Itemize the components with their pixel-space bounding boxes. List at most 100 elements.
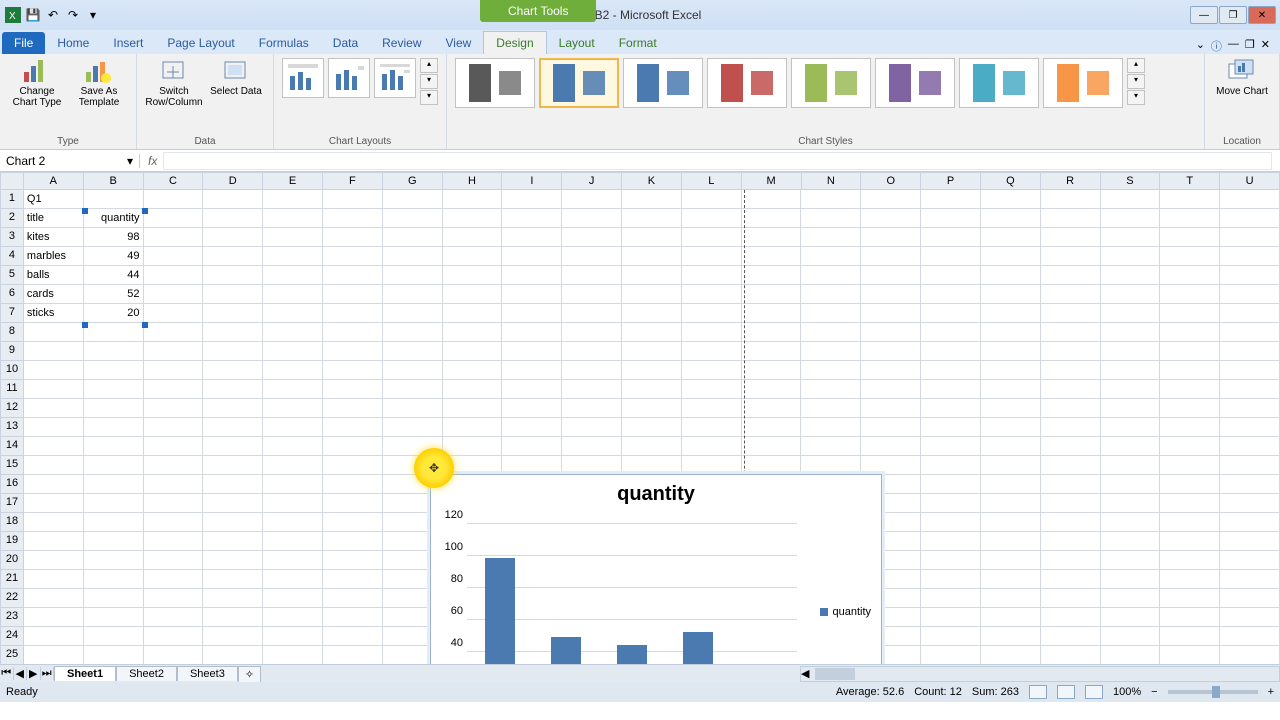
chart-legend[interactable]: quantity <box>820 606 871 618</box>
cell[interactable] <box>981 589 1041 608</box>
cell[interactable] <box>84 399 144 418</box>
cell[interactable] <box>84 342 144 361</box>
cell[interactable] <box>383 361 443 380</box>
cell[interactable]: Q1 <box>24 190 84 209</box>
cell[interactable] <box>203 475 263 494</box>
sheet-tab-3[interactable]: Sheet3 <box>177 666 238 681</box>
cell[interactable] <box>1220 285 1280 304</box>
cell[interactable] <box>203 551 263 570</box>
workbook-minimize-icon[interactable]: — <box>1228 38 1239 54</box>
cell[interactable] <box>921 323 981 342</box>
cell[interactable] <box>861 361 921 380</box>
cell[interactable] <box>84 323 144 342</box>
cell[interactable] <box>1101 228 1161 247</box>
cell[interactable] <box>502 437 562 456</box>
column-header[interactable]: D <box>203 172 263 190</box>
cell[interactable] <box>562 190 622 209</box>
chart-style-2[interactable] <box>539 58 619 108</box>
cell[interactable] <box>203 323 263 342</box>
cell[interactable] <box>1041 551 1101 570</box>
tab-home[interactable]: Home <box>45 32 101 54</box>
cell[interactable] <box>921 304 981 323</box>
cell[interactable] <box>144 551 204 570</box>
cell[interactable] <box>144 418 204 437</box>
cell[interactable] <box>203 342 263 361</box>
cell[interactable] <box>24 551 84 570</box>
select-all-corner[interactable] <box>0 172 24 190</box>
cell[interactable] <box>622 209 682 228</box>
cell[interactable] <box>1101 285 1161 304</box>
cell[interactable] <box>801 285 861 304</box>
column-header[interactable]: T <box>1160 172 1220 190</box>
cell[interactable] <box>801 361 861 380</box>
cell[interactable] <box>383 380 443 399</box>
cell[interactable] <box>323 380 383 399</box>
cell[interactable] <box>921 285 981 304</box>
cell[interactable] <box>84 532 144 551</box>
cell[interactable] <box>1220 456 1280 475</box>
cell[interactable] <box>1041 513 1101 532</box>
cell[interactable] <box>1220 399 1280 418</box>
cell[interactable] <box>1220 342 1280 361</box>
cell[interactable] <box>801 247 861 266</box>
chart-style-1[interactable] <box>455 58 535 108</box>
cell[interactable]: balls <box>24 266 84 285</box>
plot-area[interactable]: 020406080100120 kitesmarblesballscardsst… <box>467 523 797 664</box>
cell[interactable] <box>981 437 1041 456</box>
cell[interactable] <box>323 190 383 209</box>
cell[interactable] <box>323 266 383 285</box>
cell[interactable] <box>622 285 682 304</box>
cell[interactable] <box>1160 437 1220 456</box>
row-header[interactable]: 17 <box>0 494 24 513</box>
cell[interactable] <box>1160 323 1220 342</box>
cell[interactable] <box>203 570 263 589</box>
cell[interactable] <box>1160 627 1220 646</box>
cell[interactable] <box>203 513 263 532</box>
cell[interactable] <box>981 494 1041 513</box>
cell[interactable] <box>323 589 383 608</box>
tab-view[interactable]: View <box>434 32 484 54</box>
embedded-chart[interactable]: quantity 020406080100120 kitesmarblesbal… <box>430 474 882 664</box>
cell[interactable] <box>203 285 263 304</box>
cell[interactable] <box>801 437 861 456</box>
row-header[interactable]: 3 <box>0 228 24 247</box>
cell[interactable] <box>203 646 263 664</box>
cell[interactable] <box>1160 646 1220 664</box>
cell[interactable] <box>921 209 981 228</box>
cell[interactable] <box>562 361 622 380</box>
cell[interactable] <box>981 570 1041 589</box>
cell[interactable] <box>921 190 981 209</box>
cell[interactable] <box>1160 266 1220 285</box>
cell[interactable] <box>921 608 981 627</box>
cell[interactable] <box>921 437 981 456</box>
cell[interactable] <box>742 209 802 228</box>
cell[interactable] <box>861 418 921 437</box>
tab-formulas[interactable]: Formulas <box>247 32 321 54</box>
cell[interactable] <box>981 513 1041 532</box>
cell[interactable] <box>1041 418 1101 437</box>
cell[interactable] <box>203 418 263 437</box>
cell[interactable] <box>1041 608 1101 627</box>
tab-design[interactable]: Design <box>483 31 546 54</box>
row-header[interactable]: 19 <box>0 532 24 551</box>
cell[interactable] <box>144 285 204 304</box>
cell[interactable] <box>921 418 981 437</box>
cell[interactable] <box>981 380 1041 399</box>
cell[interactable] <box>203 380 263 399</box>
cell[interactable] <box>203 456 263 475</box>
row-header[interactable]: 7 <box>0 304 24 323</box>
cell[interactable] <box>84 551 144 570</box>
cell[interactable] <box>323 627 383 646</box>
cell[interactable] <box>144 475 204 494</box>
cell[interactable] <box>801 266 861 285</box>
cell[interactable] <box>742 437 802 456</box>
cell[interactable] <box>24 570 84 589</box>
cell[interactable] <box>981 323 1041 342</box>
cell[interactable] <box>562 323 622 342</box>
cell[interactable] <box>1041 437 1101 456</box>
cell[interactable] <box>144 266 204 285</box>
cell[interactable] <box>1220 418 1280 437</box>
close-button[interactable]: ✕ <box>1248 6 1276 24</box>
cell[interactable] <box>263 608 323 627</box>
cell[interactable] <box>1160 513 1220 532</box>
